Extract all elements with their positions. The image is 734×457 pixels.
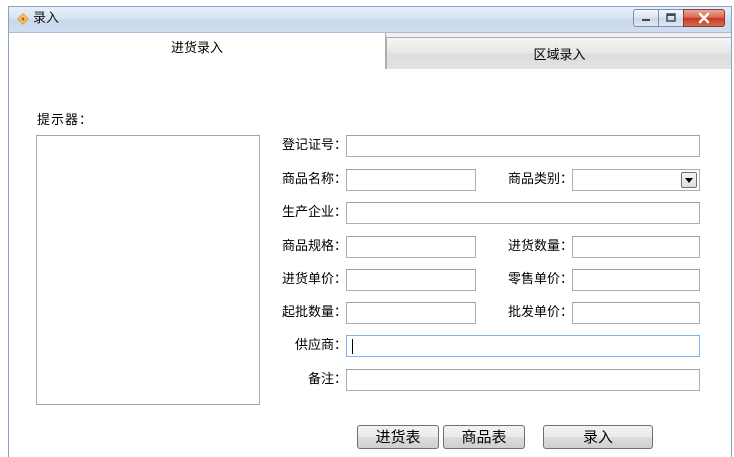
wholesale-price-input[interactable]: [572, 302, 700, 324]
title-bar[interactable]: 录入: [9, 7, 731, 33]
maximize-icon: [666, 13, 676, 22]
chevron-down-icon: [685, 177, 693, 183]
retail-price-input[interactable]: [572, 269, 700, 291]
submit-button[interactable]: 录入: [543, 425, 653, 449]
tab-purchase-entry[interactable]: 进货录入: [9, 33, 386, 70]
remark-input[interactable]: [346, 369, 700, 391]
manufacturer-input[interactable]: [346, 202, 700, 224]
product-table-button[interactable]: 商品表: [443, 425, 525, 449]
spec-label: 商品规格：: [281, 239, 347, 254]
window-controls: [633, 9, 725, 29]
purchase-qty-label: 进货数量：: [507, 239, 573, 254]
close-icon: [698, 12, 710, 24]
reg-no-input[interactable]: [346, 135, 700, 157]
minimize-button[interactable]: [633, 9, 659, 27]
minimize-icon: [642, 19, 650, 21]
purchase-price-label: 进货单价：: [281, 272, 347, 287]
spec-input[interactable]: [346, 236, 476, 258]
remark-label: 备注：: [307, 372, 347, 387]
close-button[interactable]: [683, 9, 725, 27]
app-icon: [17, 13, 29, 25]
text-caret: [352, 339, 353, 354]
purchase-entry-panel: 提示器： 登记证号： 商品名称： 商品类别： 生产企业： 商品规格： 进货数量：…: [9, 69, 731, 457]
product-name-label: 商品名称：: [281, 172, 347, 187]
min-wholesale-qty-input[interactable]: [346, 302, 476, 324]
manufacturer-label: 生产企业：: [281, 205, 347, 220]
supplier-input[interactable]: [346, 335, 700, 357]
maximize-button[interactable]: [658, 9, 684, 27]
product-name-input[interactable]: [346, 169, 476, 191]
tab-region-entry[interactable]: 区域录入: [386, 37, 731, 69]
purchase-qty-input[interactable]: [572, 236, 700, 258]
tab-strip: 进货录入 区域录入: [9, 33, 731, 70]
category-dropdown-button[interactable]: [681, 172, 697, 188]
purchase-table-button[interactable]: 进货表: [357, 425, 439, 449]
tip-label: 提示器：: [37, 113, 94, 128]
tip-box[interactable]: [36, 135, 260, 405]
min-wholesale-qty-label: 起批数量：: [281, 305, 347, 320]
supplier-label: 供应商：: [294, 338, 347, 353]
reg-no-label: 登记证号：: [281, 138, 347, 153]
window-title: 录入: [33, 11, 60, 26]
purchase-price-input[interactable]: [346, 269, 476, 291]
retail-price-label: 零售单价：: [507, 272, 573, 287]
entry-window: 录入 进货录入 区域录入 提示器： 登记证号： 商品名称： 商品类别： 生产企业…: [8, 6, 732, 457]
wholesale-price-label: 批发单价：: [507, 305, 573, 320]
category-select[interactable]: [572, 169, 700, 191]
category-label: 商品类别：: [507, 172, 573, 187]
